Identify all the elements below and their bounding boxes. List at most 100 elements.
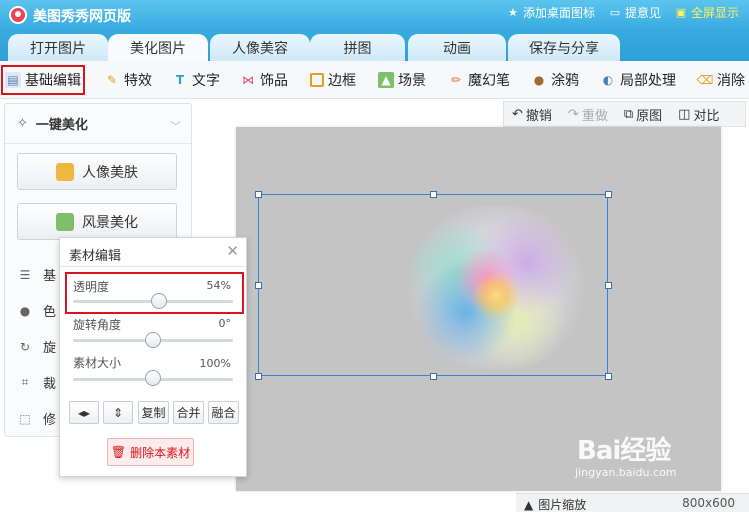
trash-icon: 🗑	[110, 445, 127, 459]
crop-icon: ⌗	[21, 375, 29, 389]
tab-portrait[interactable]: 人像美容	[210, 34, 310, 61]
compare-label: 对比	[693, 108, 720, 124]
local-brush-icon: ◐	[602, 73, 614, 87]
tool-label: 文字	[192, 73, 220, 89]
redo-label: 重做	[581, 108, 608, 124]
resize-handle-top-left[interactable]	[255, 191, 262, 198]
chevron-down-icon[interactable]: ﹀	[170, 118, 181, 134]
resize-handle-left[interactable]	[255, 282, 262, 289]
image-zoom-toggle[interactable]: ▲ 图片缩放	[524, 496, 586, 512]
tool-ornaments[interactable]: ⋈ 饰品	[240, 69, 288, 91]
rotation-slider-thumb[interactable]	[145, 332, 161, 348]
compare-button[interactable]: ◫ 对比	[670, 105, 727, 124]
left-item-rotate[interactable]: ↻ 旋	[17, 337, 57, 357]
tab-label: 拼图	[343, 40, 372, 57]
landscape-beautify-button[interactable]: 风景美化	[17, 203, 177, 240]
dialog-divider	[60, 266, 246, 267]
left-item-label: 裁	[43, 377, 57, 392]
tab-label: 美化图片	[130, 41, 186, 57]
portrait-icon	[56, 162, 74, 181]
undo-button[interactable]: ↶ 撤销	[504, 105, 560, 124]
tab-save-share[interactable]: 保存与分享	[508, 34, 620, 61]
star-icon: ★	[508, 5, 518, 19]
add-desktop-icon-link[interactable]: ★ 添加桌面图标	[507, 4, 595, 21]
resize-handle-top[interactable]	[430, 191, 437, 198]
tool-frame[interactable]: 边框	[310, 69, 356, 91]
tool-effects[interactable]: ✎ 特效	[104, 69, 152, 91]
tab-animation[interactable]: 动画	[408, 34, 506, 61]
status-bar: ▲ 图片缩放 800x600	[516, 493, 749, 512]
resize-icon: ⬚	[19, 411, 31, 426]
main-tab-bar: 打开图片 美化图片 人像美容 拼图 动画 保存与分享	[0, 30, 749, 62]
magic-wand-icon: ✎	[106, 73, 118, 87]
redo-button[interactable]: ↷ 重做	[560, 105, 616, 124]
delete-material-button[interactable]: 🗑 删除本素材	[107, 438, 194, 466]
resize-handle-bottom-right[interactable]	[605, 373, 612, 380]
resize-handle-top-right[interactable]	[605, 191, 612, 198]
palette-icon: ●	[19, 303, 31, 318]
watermark-logo: Bai经验	[577, 436, 671, 466]
title-bar: 美图秀秀网页版 ★ 添加桌面图标 ▭ 提意见 ▣ 全屏显示	[0, 0, 749, 30]
left-item-crop[interactable]: ⌗ 裁	[17, 373, 56, 392]
landscape-icon: ▲	[378, 72, 394, 88]
portrait-beautify-button[interactable]: 人像美肤	[17, 153, 177, 190]
left-item-color[interactable]: ● 色	[17, 301, 56, 321]
tool-text[interactable]: T 文字	[172, 69, 220, 91]
left-item-basic[interactable]: ☰ 基	[17, 265, 57, 285]
tab-label: 打开图片	[30, 40, 86, 57]
resize-handle-bottom[interactable]	[430, 373, 437, 380]
fullscreen-link[interactable]: ▣ 全屏显示	[675, 4, 739, 21]
copy-button[interactable]: 复制	[138, 401, 169, 424]
tool-label: 涂鸦	[551, 73, 579, 89]
merge-label: 合并	[176, 406, 201, 420]
tab-open-image[interactable]: 打开图片	[8, 34, 108, 61]
tool-label: 饰品	[260, 73, 288, 89]
flip-vertical-button[interactable]: ⇕	[103, 401, 133, 424]
left-item-resize[interactable]: ⬚ 修	[17, 409, 56, 429]
merge-button[interactable]: 合并	[173, 401, 204, 424]
frame-icon	[310, 73, 324, 87]
one-click-beautify-header[interactable]: ✧ 一键美化	[5, 104, 191, 144]
image-size: 800x600	[682, 496, 735, 510]
tool-label: 特效	[124, 73, 152, 89]
rotation-label: 旋转角度	[73, 318, 122, 332]
resize-handle-right[interactable]	[605, 282, 612, 289]
resize-handle-bottom-left[interactable]	[255, 373, 262, 380]
image-zoom-label: 图片缩放	[538, 498, 587, 512]
size-slider-thumb[interactable]	[145, 370, 161, 386]
original-button[interactable]: ⧉ 原图	[616, 105, 670, 124]
tool-local-process[interactable]: ◐ 局部处理	[600, 69, 676, 91]
tool-bar: ▤ 基础编辑 ✎ 特效 T 文字 ⋈ 饰品 边框 ▲ 场景 ✏ 魔幻笔 ● 涂鸦…	[0, 61, 749, 99]
close-icon[interactable]: ✕	[226, 242, 239, 260]
feedback-link[interactable]: ▭ 提意见	[609, 4, 661, 21]
tool-doodle[interactable]: ● 涂鸦	[531, 69, 579, 91]
tab-beautify[interactable]: 美化图片	[108, 34, 208, 62]
eraser-icon: ⌫	[696, 73, 714, 87]
left-item-label: 基	[43, 269, 57, 284]
caret-up-icon: ▲	[524, 497, 534, 512]
tool-magic-pen[interactable]: ✏ 魔幻笔	[448, 69, 510, 91]
landscape-beautify-label: 风景美化	[82, 214, 138, 231]
undo-icon: ↶	[512, 106, 523, 122]
left-item-label: 旋	[43, 341, 57, 356]
original-image-icon: ⧉	[623, 106, 634, 122]
tab-collage[interactable]: 拼图	[310, 34, 405, 61]
landscape-icon	[56, 212, 74, 231]
delete-material-label: 删除本素材	[130, 445, 191, 460]
baidu-jingyan-watermark: Bai经验 jingyan.baidu.com	[575, 430, 677, 479]
text-icon: T	[175, 73, 185, 87]
portrait-beautify-label: 人像美肤	[82, 164, 138, 181]
tool-label: 消除	[717, 73, 745, 89]
tool-basic-edit[interactable]: ▤ 基础编辑	[1, 65, 85, 95]
tool-scene[interactable]: ▲ 场景	[378, 69, 426, 91]
blend-button[interactable]: 融合	[208, 401, 239, 424]
material-edit-dialog: 素材编辑 ✕ 透明度 54% 旋转角度 0° 素材大小 100% ◂▸ ⇕ 复制…	[59, 237, 247, 477]
compare-icon: ◫	[678, 106, 691, 122]
fullscreen-icon: ▣	[675, 5, 687, 19]
basic-edit-icon: ▤	[5, 72, 21, 88]
tool-erase[interactable]: ⌫ 消除	[697, 69, 745, 91]
one-click-beautify-label: 一键美化	[35, 118, 88, 133]
copy-label: 复制	[141, 406, 166, 420]
sticker-selection-box[interactable]	[258, 194, 608, 376]
flip-horizontal-button[interactable]: ◂▸	[69, 401, 99, 424]
